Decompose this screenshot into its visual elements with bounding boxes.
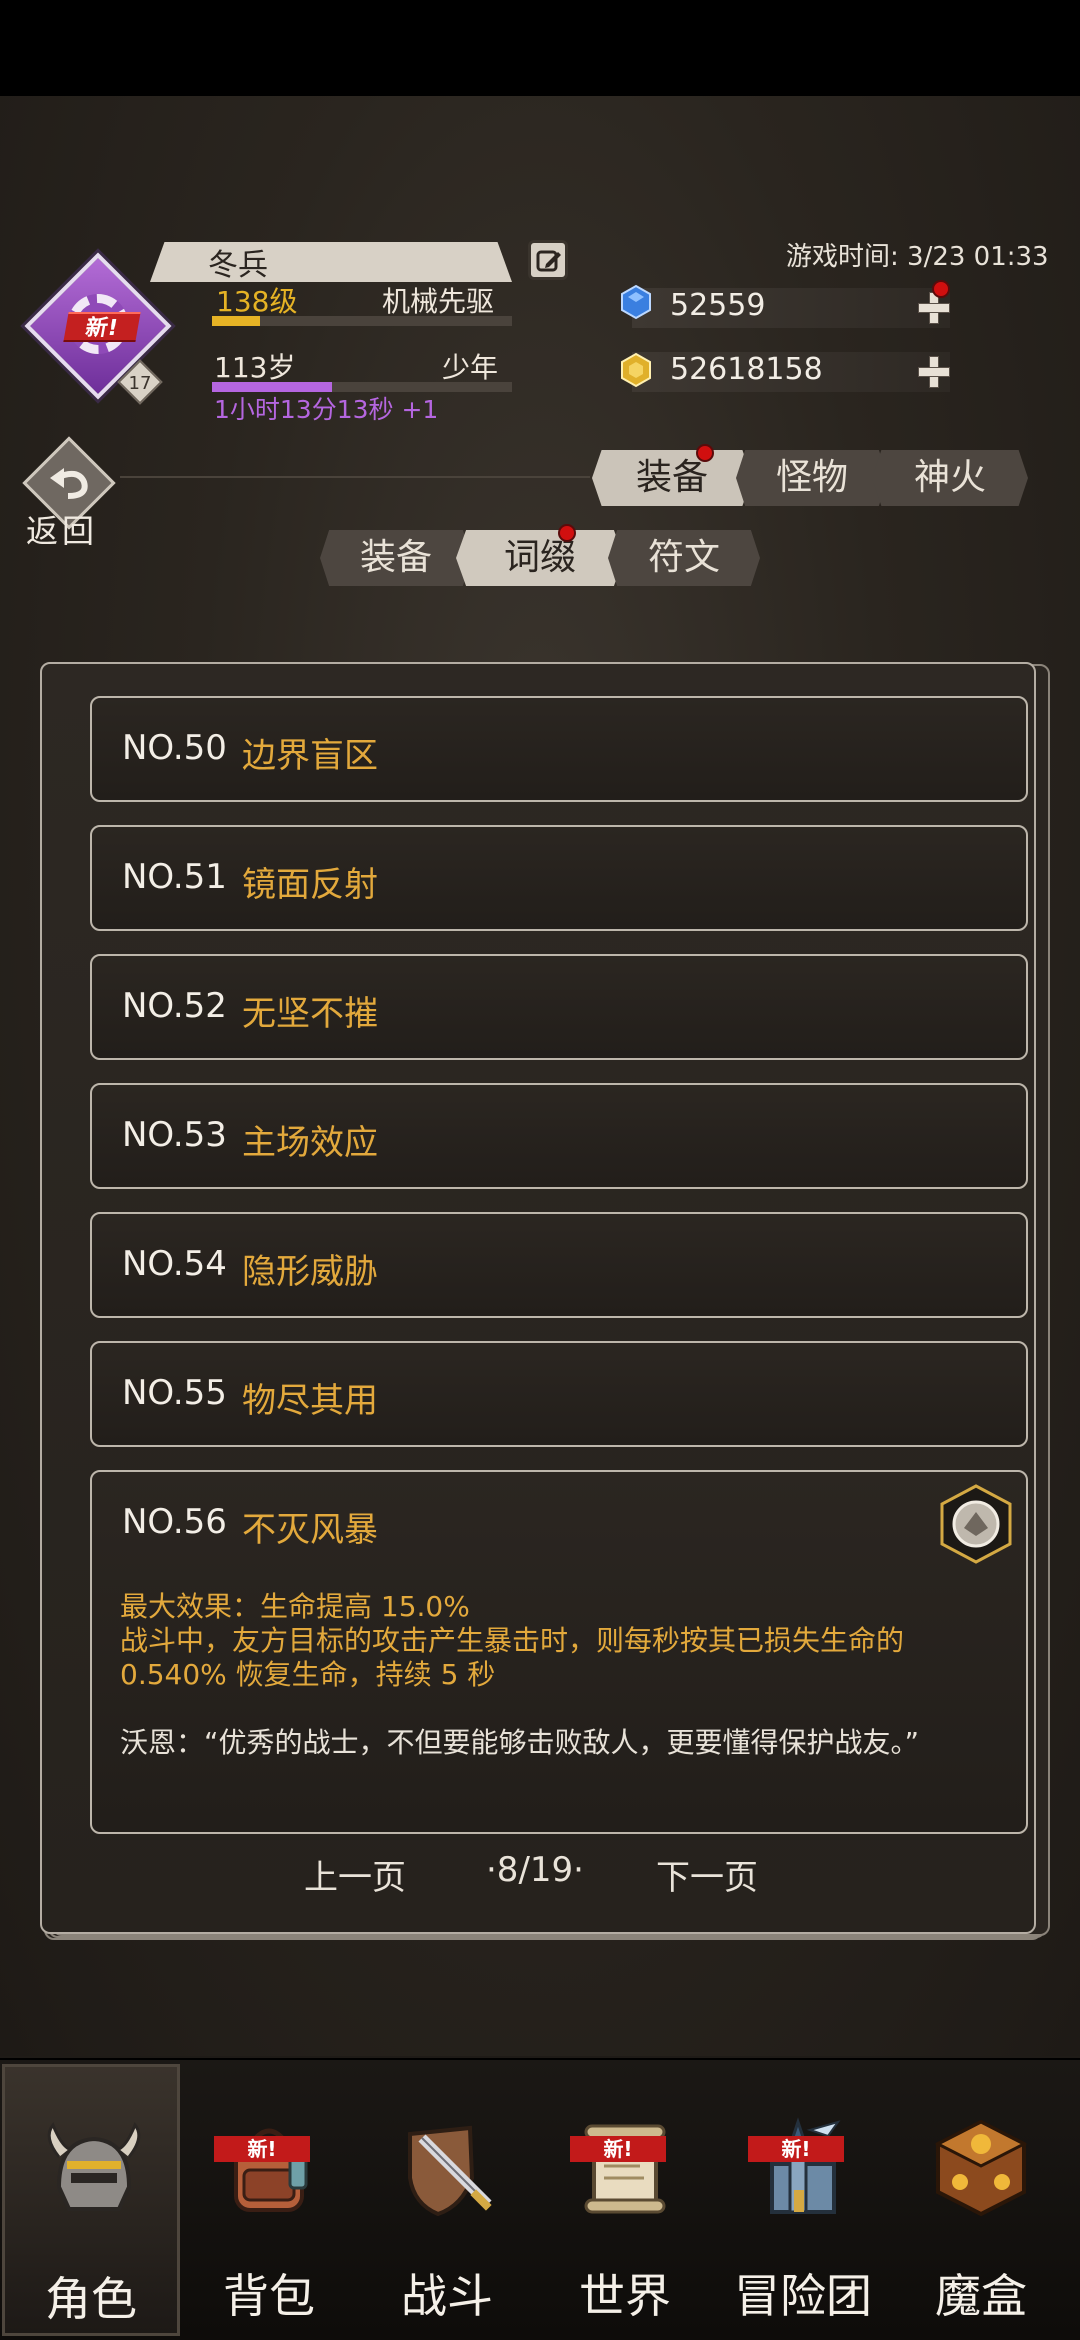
notification-dot	[932, 280, 950, 298]
subtab-affix[interactable]: 词缀	[456, 530, 624, 586]
gold-icon	[621, 352, 651, 388]
helmet-icon	[47, 2122, 141, 2211]
next-page-button[interactable]: 下一页	[656, 1850, 758, 1899]
diamond-icon	[621, 284, 651, 320]
affix-description-cont: 0.540% 恢复生命，持续 5 秒	[120, 1658, 496, 1691]
list-item[interactable]: NO.55 物尽其用	[90, 1341, 1028, 1447]
player-age: 113岁	[214, 351, 296, 384]
magic-box-icon	[934, 2119, 1028, 2217]
nav-label: 背包	[223, 2269, 315, 2323]
item-number: NO.52	[122, 986, 227, 1026]
new-badge: 新!	[570, 2136, 666, 2162]
item-title: 镜面反射	[242, 865, 378, 905]
item-title: 不灭风暴	[242, 1510, 378, 1550]
list-item[interactable]: NO.52 无坚不摧	[90, 954, 1028, 1060]
player-name: 冬兵	[208, 248, 268, 283]
affix-emblem-icon	[940, 1484, 1012, 1564]
nav-adventure-team[interactable]: 新! 冒险团	[714, 2064, 892, 2336]
avatar-level-text: 17	[128, 373, 152, 394]
exp-bar	[212, 316, 512, 326]
nav-label: 魔盒	[935, 2269, 1027, 2323]
item-number: NO.54	[122, 1244, 227, 1284]
back-label: 返回	[26, 512, 99, 550]
sword-shield-icon	[408, 2125, 492, 2217]
list-item[interactable]: NO.53 主场效应	[90, 1083, 1028, 1189]
list-item[interactable]: NO.54 隐形威胁	[90, 1212, 1028, 1318]
tab-monster[interactable]: 怪物	[736, 450, 888, 506]
back-arrow-icon	[50, 468, 88, 499]
new-badge: 新!	[748, 2136, 844, 2162]
nav-label: 世界	[579, 2269, 671, 2323]
item-number: NO.56	[122, 1502, 227, 1542]
list-item[interactable]: NO.50 边界盲区	[90, 696, 1028, 802]
edit-icon	[536, 250, 561, 272]
new-badge: 新!	[63, 312, 141, 342]
item-number: NO.51	[122, 857, 227, 897]
nav-label: 冒险团	[734, 2269, 872, 2323]
affix-max-effect: 最大效果：生命提高 15.0%	[120, 1590, 470, 1623]
affix-quote: 沃恩：“优秀的战士，不但要能够击败敌人，更要懂得保护战友。”	[120, 1726, 920, 1759]
page-indicator: ·8/19·	[486, 1850, 584, 1890]
player-stage: 少年	[442, 351, 499, 384]
nav-backpack[interactable]: 新! 背包	[180, 2064, 358, 2336]
gold-amount: 52618158	[670, 352, 823, 387]
list-item[interactable]: NO.51 镜面反射	[90, 825, 1028, 931]
notification-dot	[696, 444, 714, 462]
tab-divine-fire[interactable]: 神火	[872, 450, 1028, 506]
game-time: 游戏时间: 3/23 01:33	[786, 242, 1049, 272]
item-title: 主场效应	[242, 1123, 378, 1163]
nav-label: 战斗	[401, 2269, 493, 2323]
nav-label: 角色	[45, 2272, 137, 2326]
scroll-map-icon	[584, 2124, 666, 2214]
player-job: 机械先驱	[382, 285, 495, 318]
status-bar	[0, 0, 1080, 96]
subtab-rune[interactable]: 符文	[608, 530, 760, 586]
item-number: NO.53	[122, 1115, 227, 1155]
item-number: NO.55	[122, 1373, 227, 1413]
affix-description: 战斗中，友方目标的攻击产生暴击时，则每秒按其已损失生命的	[120, 1624, 905, 1657]
item-title: 无坚不摧	[242, 994, 378, 1034]
nav-world[interactable]: 新! 世界	[536, 2064, 714, 2336]
subtab-equipment[interactable]: 装备	[320, 530, 472, 586]
backpack-icon	[234, 2128, 308, 2212]
name-plate	[150, 242, 512, 282]
nav-magic-box[interactable]: 魔盒	[892, 2064, 1070, 2336]
item-number: NO.50	[122, 728, 227, 768]
add-gold-button[interactable]	[918, 356, 950, 388]
player-level: 138级	[216, 285, 298, 318]
diamond-amount: 52559	[670, 288, 766, 323]
tab-equipment[interactable]: 装备	[592, 450, 752, 506]
new-badge: 新!	[214, 2136, 310, 2162]
item-title: 物尽其用	[242, 1381, 378, 1421]
nav-battle[interactable]: 战斗	[358, 2064, 536, 2336]
affix-list-panel: NO.50 边界盲区 NO.51 镜面反射 NO.52 无坚不摧 NO.53 主…	[40, 662, 1036, 1934]
notification-dot	[558, 524, 576, 542]
divider	[120, 476, 590, 478]
list-item-expanded[interactable]: NO.56 不灭风暴 最大效果：生命提高 15.0% 战斗中，友方目标的攻击产生…	[90, 1470, 1028, 1834]
item-title: 边界盲区	[242, 736, 378, 776]
castle-icon	[770, 2117, 841, 2214]
item-title: 隐形威胁	[242, 1252, 378, 1292]
age-timer: 1小时13分13秒 +1	[214, 395, 439, 424]
prev-page-button[interactable]: 上一页	[304, 1850, 406, 1899]
nav-character[interactable]: 角色	[2, 2064, 180, 2336]
edit-name-button[interactable]	[528, 240, 568, 280]
